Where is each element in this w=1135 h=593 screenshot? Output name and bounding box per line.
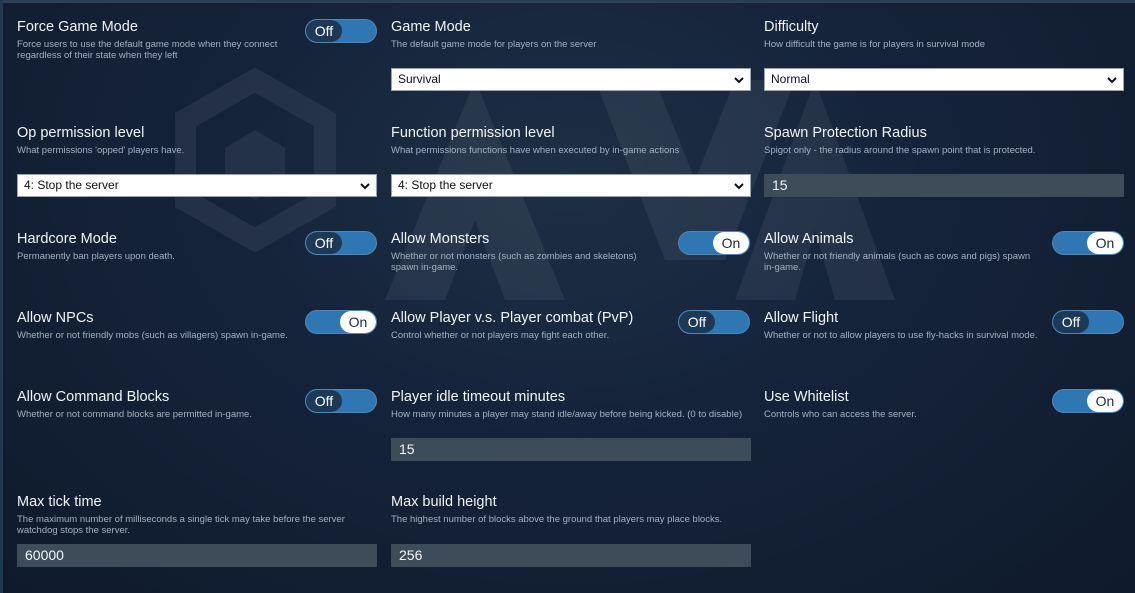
hardcore-mode-toggle[interactable]: Off bbox=[305, 231, 377, 255]
top-border bbox=[0, 0, 1135, 3]
allow-command-blocks-toggle[interactable]: Off bbox=[305, 389, 377, 413]
allow-animals-toggle[interactable]: On bbox=[1052, 231, 1124, 255]
setting-title: Allow Command Blocks bbox=[17, 389, 170, 405]
function-permission-select[interactable]: 4: Stop the server bbox=[391, 174, 751, 197]
setting-description: How many minutes a player may stand idle… bbox=[391, 409, 743, 420]
max-build-height-input[interactable]: 256 bbox=[391, 544, 751, 567]
select-value: Survival bbox=[398, 72, 441, 86]
difficulty-select[interactable]: Normal bbox=[764, 68, 1124, 91]
op-permission-select[interactable]: 4: Stop the server bbox=[17, 174, 377, 197]
toggle-state: Off bbox=[306, 20, 342, 42]
select-value: Normal bbox=[771, 72, 810, 86]
game-mode-select[interactable]: Survival bbox=[391, 68, 751, 91]
toggle-state: On bbox=[713, 232, 749, 254]
setting-description: Control whether or not players may fight… bbox=[391, 330, 610, 341]
setting-description: Whether or not command blocks are permit… bbox=[17, 409, 252, 420]
setting-description: Whether or not to allow players to use f… bbox=[764, 330, 1038, 341]
chevron-down-icon bbox=[734, 77, 744, 84]
setting-description: The highest number of blocks above the g… bbox=[391, 514, 723, 525]
chevron-down-icon bbox=[360, 183, 370, 190]
allow-flight-toggle[interactable]: Off bbox=[1052, 310, 1124, 334]
setting-title: Game Mode bbox=[391, 19, 471, 35]
toggle-state: Off bbox=[306, 390, 342, 412]
toggle-state: On bbox=[340, 311, 376, 333]
allow-monsters-toggle[interactable]: On bbox=[678, 231, 750, 255]
setting-description: Force users to use the default game mode… bbox=[17, 39, 278, 61]
use-whitelist-toggle[interactable]: On bbox=[1052, 389, 1124, 413]
allow-pvp-toggle[interactable]: Off bbox=[678, 310, 750, 334]
setting-description: What permissions 'opped' players have. bbox=[17, 145, 185, 156]
setting-title: Allow Monsters bbox=[391, 231, 490, 247]
setting-description: Controls who can access the server. bbox=[764, 409, 917, 420]
setting-description: How difficult the game is for players in… bbox=[764, 39, 986, 50]
setting-title: Spawn Protection Radius bbox=[764, 125, 927, 141]
force-game-mode-toggle[interactable]: Off bbox=[305, 19, 377, 43]
setting-description: What permissions functions have when exe… bbox=[391, 145, 680, 156]
setting-title: Max tick time bbox=[17, 494, 102, 510]
setting-description: Permanently ban players upon death. bbox=[17, 251, 175, 262]
setting-title: Op permission level bbox=[17, 125, 145, 141]
chevron-down-icon bbox=[1107, 77, 1117, 84]
idle-timeout-input[interactable]: 15 bbox=[391, 438, 751, 461]
setting-description: The default game mode for players on the… bbox=[391, 39, 597, 50]
spawn-protection-input[interactable]: 15 bbox=[764, 174, 1124, 197]
setting-title: Force Game Mode bbox=[17, 19, 138, 35]
allow-npcs-toggle[interactable]: On bbox=[305, 310, 377, 334]
setting-title: Max build height bbox=[391, 494, 497, 510]
setting-title: Hardcore Mode bbox=[17, 231, 117, 247]
setting-title: Player idle timeout minutes bbox=[391, 389, 566, 405]
setting-description: The maximum number of milliseconds a sin… bbox=[17, 514, 345, 536]
select-value: 4: Stop the server bbox=[398, 178, 493, 192]
setting-title: Use Whitelist bbox=[764, 389, 849, 405]
toggle-state: On bbox=[1087, 232, 1123, 254]
left-border bbox=[0, 0, 3, 593]
setting-description: Spigot only - the radius around the spaw… bbox=[764, 145, 1036, 156]
setting-title: Allow Player v.s. Player combat (PvP) bbox=[391, 310, 634, 326]
setting-title: Function permission level bbox=[391, 125, 555, 141]
max-tick-time-input[interactable]: 60000 bbox=[17, 544, 377, 567]
toggle-state: Off bbox=[1053, 311, 1089, 333]
setting-description: Whether or not friendly animals (such as… bbox=[764, 251, 1031, 273]
select-value: 4: Stop the server bbox=[24, 178, 119, 192]
setting-title: Allow Flight bbox=[764, 310, 839, 326]
setting-description: Whether or not friendly mobs (such as vi… bbox=[17, 330, 288, 341]
setting-title: Allow NPCs bbox=[17, 310, 94, 326]
toggle-state: Off bbox=[679, 311, 715, 333]
setting-title: Allow Animals bbox=[764, 231, 854, 247]
setting-title: Difficulty bbox=[764, 19, 819, 35]
setting-description: Whether or not monsters (such as zombies… bbox=[391, 251, 637, 273]
chevron-down-icon bbox=[734, 183, 744, 190]
toggle-state: Off bbox=[306, 232, 342, 254]
toggle-state: On bbox=[1087, 390, 1123, 412]
